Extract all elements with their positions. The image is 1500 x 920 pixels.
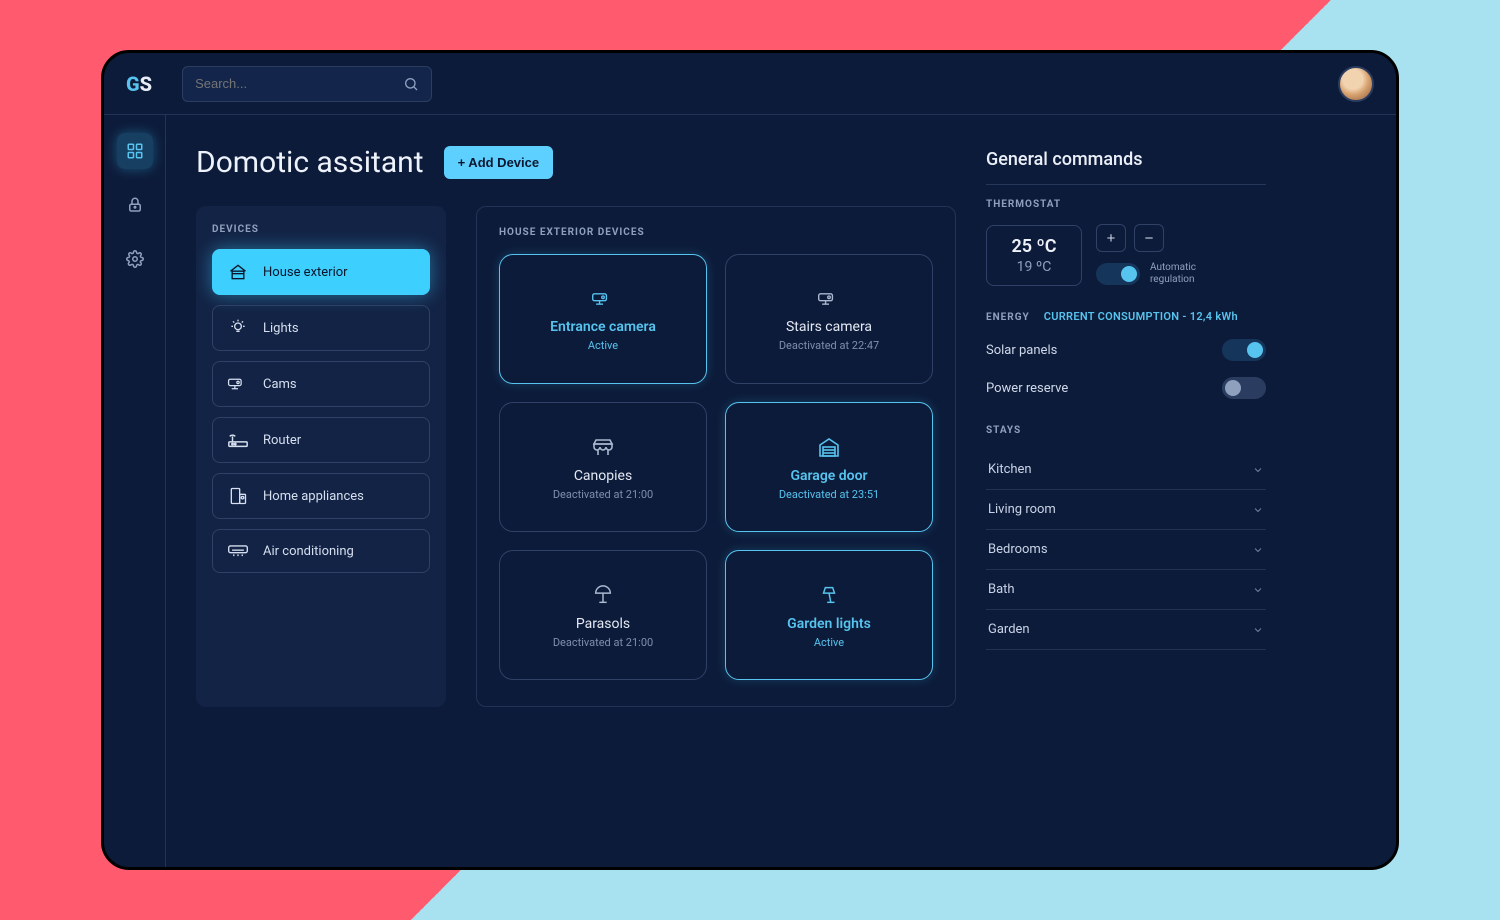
device-card-status: Deactivated at 21:00 <box>553 636 653 649</box>
energy-item-label: Solar panels <box>986 343 1057 358</box>
device-category-house-exterior[interactable]: House exterior <box>212 249 430 295</box>
chevron-down-icon <box>1252 544 1264 556</box>
lightbulb-icon <box>227 318 249 338</box>
divider <box>986 184 1266 185</box>
general-commands-title: General commands <box>986 149 1266 170</box>
device-card-canopies[interactable]: Canopies Deactivated at 21:00 <box>499 402 707 532</box>
stay-item-label: Bath <box>988 582 1015 597</box>
stay-item-garden[interactable]: Garden <box>986 610 1266 650</box>
device-card-entrance-camera[interactable]: Entrance camera Active <box>499 254 707 384</box>
device-card-name: Canopies <box>574 468 632 484</box>
energy-item-solar-panels: Solar panels <box>986 339 1266 361</box>
nav-settings[interactable] <box>117 241 153 277</box>
stay-item-bedrooms[interactable]: Bedrooms <box>986 530 1266 570</box>
chevron-down-icon <box>1252 464 1264 476</box>
device-card-name: Garage door <box>790 468 867 484</box>
app-frame: GS Do <box>101 50 1399 870</box>
search-field[interactable] <box>182 66 432 102</box>
devices-panel: DEVICES House exterior Lights Cams Router Ho… <box>196 206 446 707</box>
device-card-garage-door[interactable]: Garage door Deactivated at 23:51 <box>725 402 933 532</box>
logo-s: S <box>140 72 152 96</box>
add-device-button[interactable]: + Add Device <box>444 146 554 179</box>
device-category-router[interactable]: Router <box>212 417 430 463</box>
energy-item-power-reserve: Power reserve <box>986 377 1266 399</box>
canopy-icon <box>591 436 615 458</box>
device-category-home-appliances[interactable]: Home appliances <box>212 473 430 519</box>
device-card-name: Entrance camera <box>550 319 656 335</box>
stays-label: STAYS <box>986 425 1266 436</box>
device-category-label: Router <box>263 433 301 448</box>
devices-area: HOUSE EXTERIOR DEVICES Entrance camera Ac… <box>476 206 956 707</box>
device-category-label: Lights <box>263 321 299 336</box>
thermostat-plus-button[interactable]: + <box>1096 224 1126 252</box>
energy-toggle[interactable] <box>1222 377 1266 399</box>
camera-icon <box>227 374 249 394</box>
devices-panel-label: DEVICES <box>212 224 430 235</box>
device-category-air-conditioning[interactable]: Air conditioning <box>212 529 430 573</box>
device-category-label: Cams <box>263 377 297 392</box>
house-icon <box>227 262 249 282</box>
avatar[interactable] <box>1338 66 1374 102</box>
search-input[interactable] <box>195 76 403 91</box>
ac-icon <box>227 542 249 560</box>
energy-toggle[interactable] <box>1222 339 1266 361</box>
topbar: GS <box>104 53 1396 115</box>
thermostat-current: 25 ºC <box>1005 236 1063 257</box>
thermostat-minus-button[interactable]: − <box>1134 224 1164 252</box>
stay-item-label: Living room <box>988 502 1056 517</box>
stay-item-bath[interactable]: Bath <box>986 570 1266 610</box>
devices-area-label: HOUSE EXTERIOR DEVICES <box>499 227 933 238</box>
thermostat-auto-label: Automatic regulation <box>1150 262 1196 286</box>
stay-item-living-room[interactable]: Living room <box>986 490 1266 530</box>
device-card-stairs-camera[interactable]: Stairs camera Deactivated at 22:47 <box>725 254 933 384</box>
lamp-icon <box>818 584 840 606</box>
thermostat-target: 19 ºC <box>1005 259 1063 275</box>
device-card-garden-lights[interactable]: Garden lights Active <box>725 550 933 680</box>
stay-item-label: Kitchen <box>988 462 1032 477</box>
device-category-label: Home appliances <box>263 489 364 504</box>
energy-consumption: CURRENT CONSUMPTION - 12,4 kWh <box>1044 310 1238 323</box>
nav-lock[interactable] <box>117 187 153 223</box>
logo: GS <box>126 72 152 96</box>
parasol-icon <box>592 584 614 606</box>
garage-icon <box>817 436 841 458</box>
chevron-down-icon <box>1252 504 1264 516</box>
device-card-parasols[interactable]: Parasols Deactivated at 21:00 <box>499 550 707 680</box>
right-panel: General commands THERMOSTAT 25 ºC 19 ºC … <box>986 145 1266 847</box>
appliance-icon <box>227 486 249 506</box>
thermostat-auto-toggle[interactable] <box>1096 263 1140 285</box>
device-card-status: Deactivated at 21:00 <box>553 488 653 501</box>
device-card-status: Active <box>814 636 844 649</box>
energy-item-label: Power reserve <box>986 381 1068 396</box>
nav-rail <box>104 115 166 867</box>
device-card-status: Deactivated at 23:51 <box>779 488 879 501</box>
stay-item-kitchen[interactable]: Kitchen <box>986 450 1266 490</box>
device-card-name: Parasols <box>576 616 630 632</box>
camera-icon <box>591 289 615 309</box>
device-category-label: House exterior <box>263 265 348 280</box>
page-title: Domotic assitant <box>196 145 424 180</box>
router-icon <box>227 430 249 450</box>
device-category-lights[interactable]: Lights <box>212 305 430 351</box>
device-category-cams[interactable]: Cams <box>212 361 430 407</box>
chevron-down-icon <box>1252 584 1264 596</box>
logo-g: G <box>126 72 140 96</box>
thermostat-readout: 25 ºC 19 ºC <box>986 225 1082 286</box>
search-icon[interactable] <box>403 76 419 92</box>
device-card-status: Active <box>588 339 618 352</box>
thermostat-label: THERMOSTAT <box>986 199 1266 210</box>
energy-label: ENERGY <box>986 312 1030 323</box>
stay-item-label: Bedrooms <box>988 542 1048 557</box>
device-card-status: Deactivated at 22:47 <box>779 339 879 352</box>
device-category-label: Air conditioning <box>263 544 354 559</box>
stay-item-label: Garden <box>988 622 1030 637</box>
device-card-name: Stairs camera <box>786 319 872 335</box>
nav-dashboard[interactable] <box>117 133 153 169</box>
camera-icon <box>817 289 841 309</box>
device-card-name: Garden lights <box>787 616 871 632</box>
chevron-down-icon <box>1252 624 1264 636</box>
